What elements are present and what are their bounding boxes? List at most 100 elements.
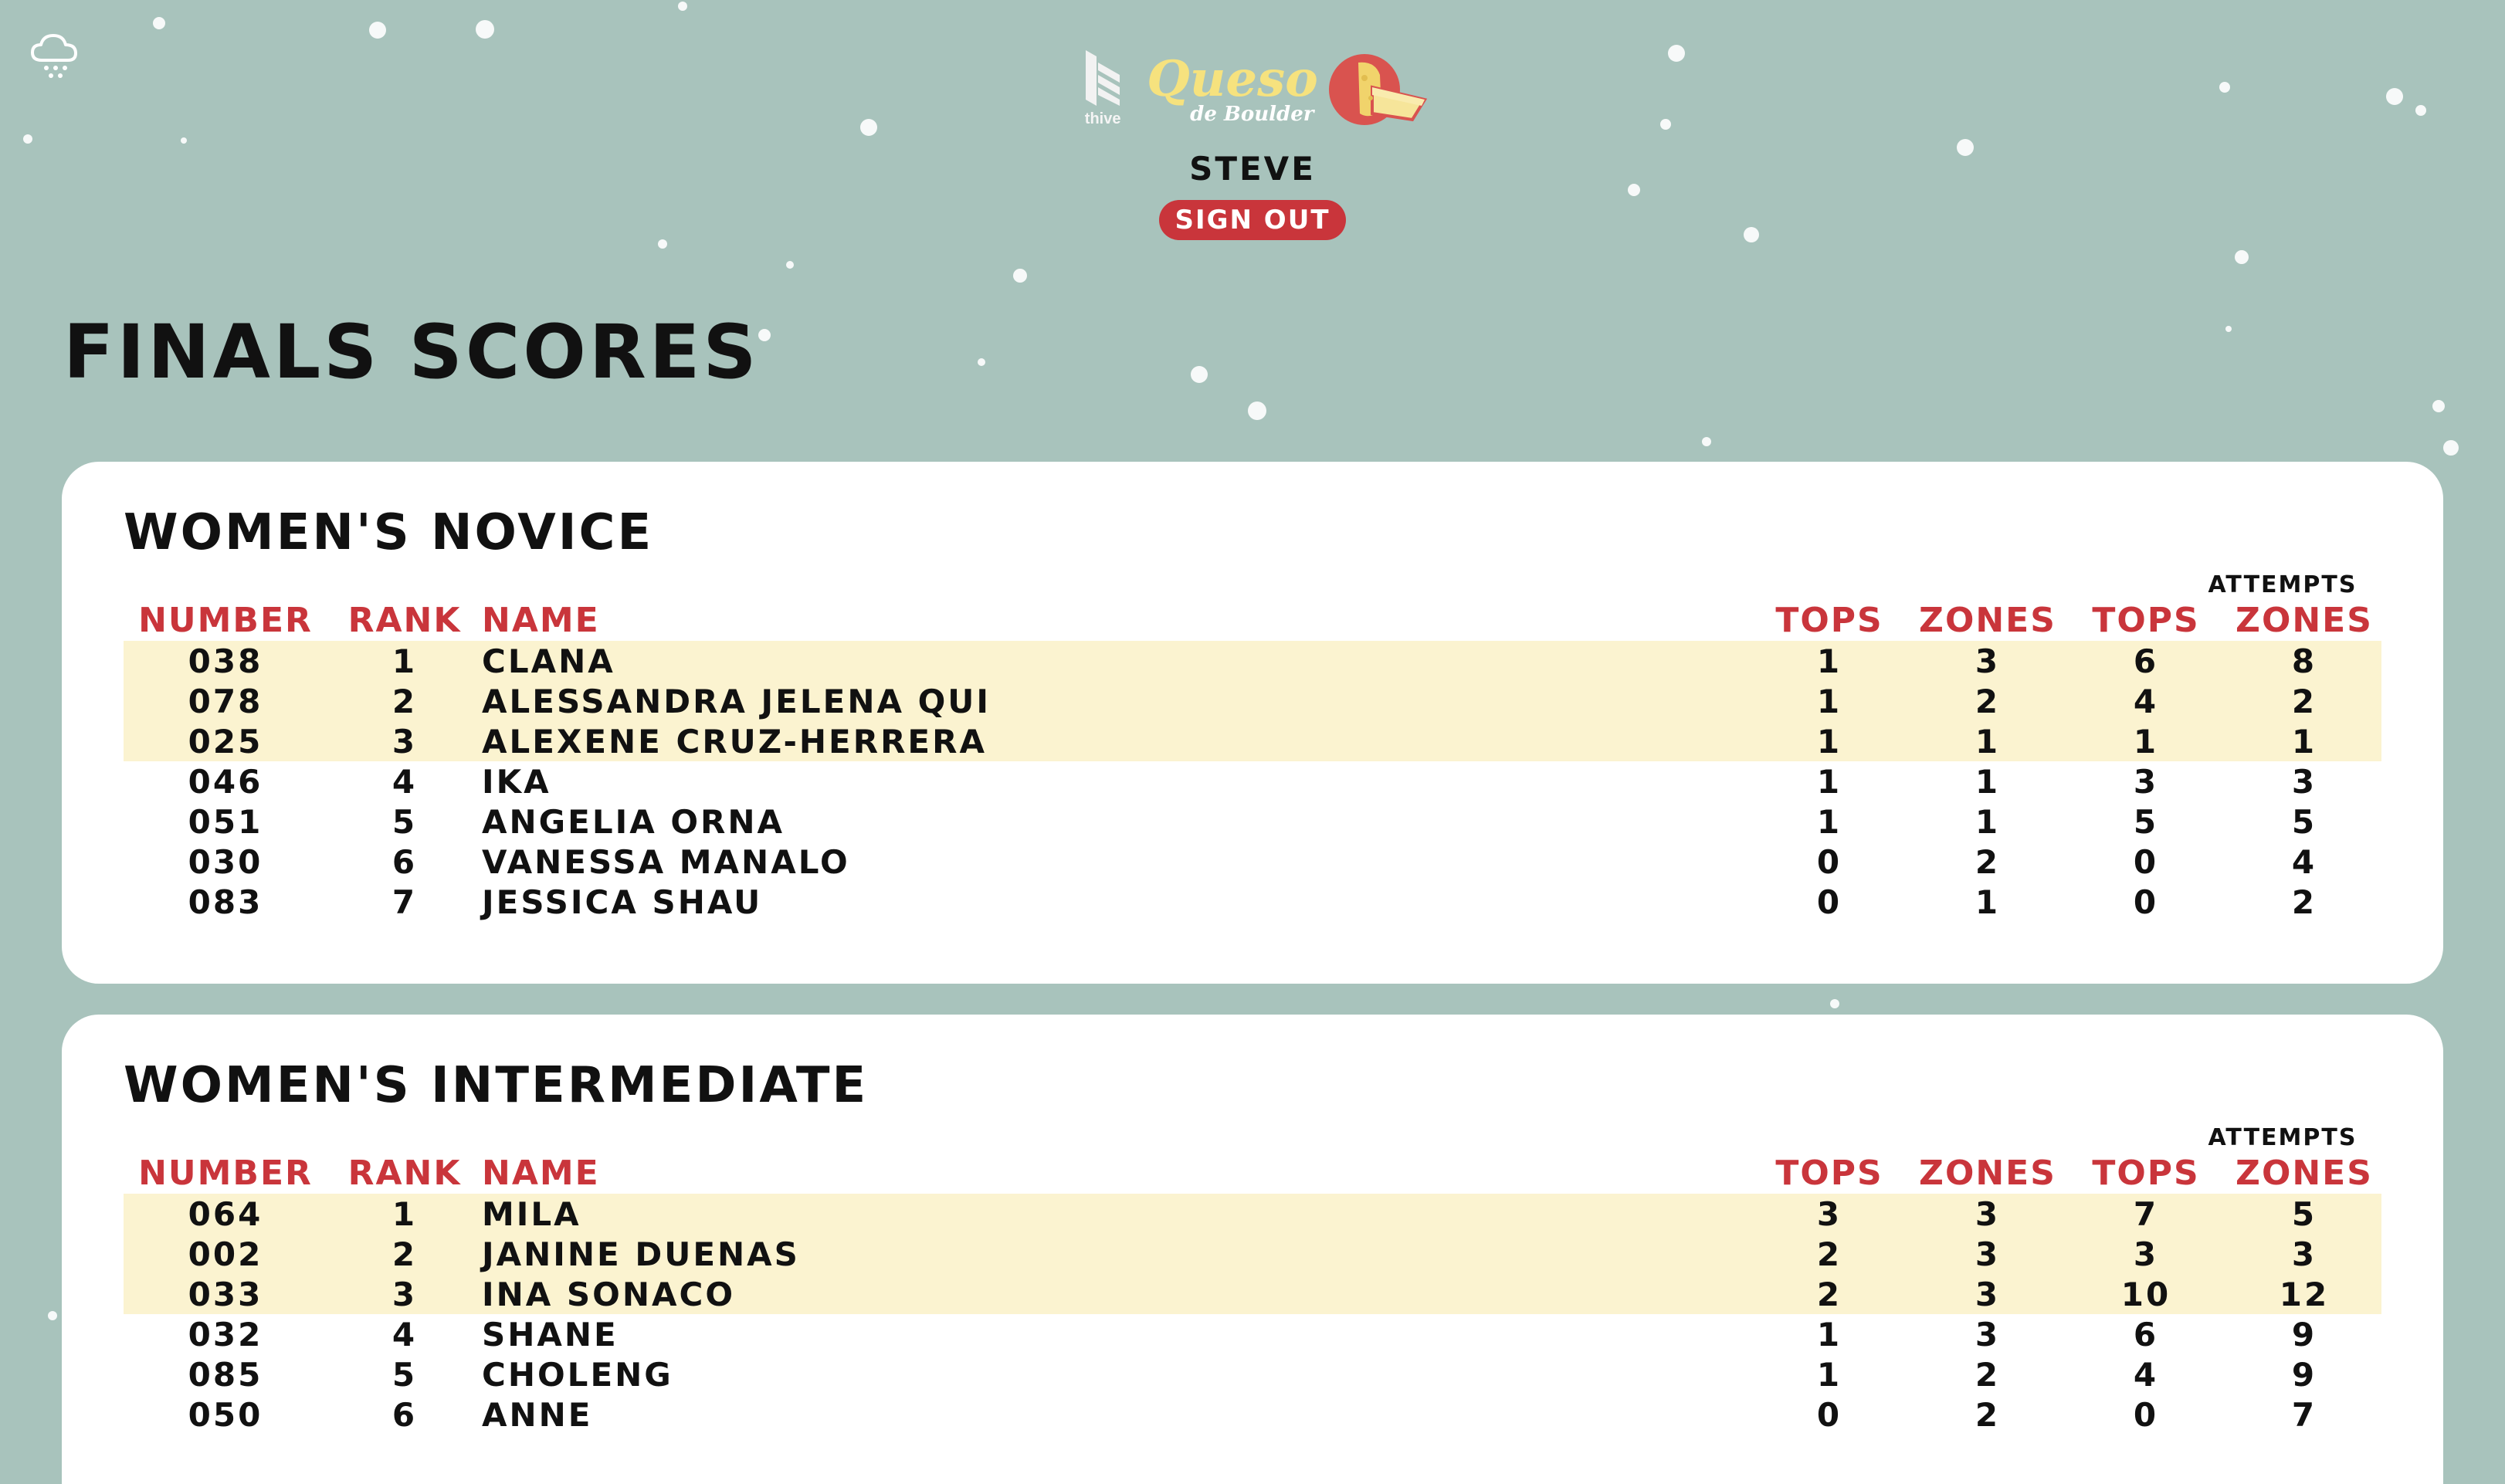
- cell-attempts-tops: 6: [2065, 641, 2227, 681]
- queso-logo[interactable]: Queso de Boulder: [1147, 52, 1428, 127]
- cell-tops: 0: [1816, 842, 1842, 881]
- cell-number: 050: [188, 1395, 263, 1434]
- col-header-name[interactable]: NAME: [482, 1152, 1748, 1194]
- snowflake: [476, 20, 494, 39]
- table-row: 025 3 ALEXENE CRUZ-HERRERA 1 1 1 1: [124, 721, 2381, 761]
- cell-zones: 2: [1975, 1355, 2001, 1394]
- cell-attempts-zones: 2: [2227, 681, 2381, 721]
- col-header-number[interactable]: NUMBER: [124, 599, 327, 641]
- snowflake: [658, 239, 667, 249]
- snowflake: [678, 2, 687, 11]
- thive-wordmark: thive: [1084, 110, 1121, 127]
- cell-rank: 6: [392, 1395, 418, 1434]
- cell-attempts-zones: 12: [2227, 1274, 2381, 1314]
- queso-subtitle: de Boulder: [1190, 103, 1314, 126]
- scores-table: NUMBER RANK NAME TOPS ZONES TOPS ZONES 0…: [124, 1152, 2381, 1435]
- table-header-row: NUMBER RANK NAME TOPS ZONES TOPS ZONES: [124, 599, 2381, 641]
- table-row: 002 2 JANINE DUENAS 2 3 3 3: [124, 1234, 2381, 1274]
- cell-name: ALEXENE CRUZ-HERRERA: [482, 721, 1748, 761]
- cell-name: ANGELIA ORNA: [482, 802, 785, 841]
- col-header-name[interactable]: NAME: [482, 599, 1748, 641]
- cell-name: CHOLENG: [482, 1355, 673, 1394]
- cell-name: ANNE: [482, 1395, 593, 1434]
- snowflake: [1191, 366, 1208, 383]
- snowflake: [758, 329, 771, 341]
- cell-attempts-zones: 7: [2291, 1395, 2317, 1434]
- cell-number: 064: [124, 1194, 327, 1234]
- cell-attempts-tops: 6: [2133, 1315, 2159, 1354]
- cell-name: IKA: [482, 762, 551, 801]
- cell-rank: 2: [327, 1234, 482, 1274]
- table-header-row: NUMBER RANK NAME TOPS ZONES TOPS ZONES: [124, 1152, 2381, 1194]
- cell-attempts-tops: 5: [2133, 802, 2159, 841]
- cell-number: 033: [124, 1274, 327, 1314]
- snowflake: [1248, 401, 1266, 420]
- col-header-zones[interactable]: ZONES: [1910, 1152, 2065, 1194]
- cell-tops: 1: [1816, 802, 1842, 841]
- snowflake: [2443, 440, 2459, 456]
- thive-logo[interactable]: thive: [1077, 47, 1128, 132]
- cell-zones: 2: [1910, 681, 2065, 721]
- cell-number: 078: [124, 681, 327, 721]
- snowflake: [978, 358, 985, 366]
- cell-number: 051: [188, 802, 263, 841]
- col-header-attempts-zones[interactable]: ZONES: [2227, 1152, 2381, 1194]
- cell-zones: 3: [1910, 1274, 2065, 1314]
- cell-attempts-tops: 0: [2133, 1395, 2159, 1434]
- cell-attempts-zones: 4: [2291, 842, 2317, 881]
- cell-attempts-zones: 3: [2227, 1234, 2381, 1274]
- col-header-tops[interactable]: TOPS: [1748, 599, 1910, 641]
- cell-name: SHANE: [482, 1315, 619, 1354]
- cell-tops: 0: [1816, 883, 1842, 921]
- cell-attempts-tops: 0: [2133, 883, 2159, 921]
- snowflake: [153, 17, 165, 29]
- table-row: 078 2 ALESSANDRA JELENA QUI 1 2 4 2: [124, 681, 2381, 721]
- cell-attempts-tops: 0: [2133, 842, 2159, 881]
- cell-number: 083: [188, 883, 263, 921]
- cell-name: ALESSANDRA JELENA QUI: [482, 681, 1748, 721]
- cell-tops: 1: [1748, 641, 1910, 681]
- col-header-tops[interactable]: TOPS: [1748, 1152, 1910, 1194]
- category-card-womens-intermediate: WOMEN'S INTERMEDIATE ATTEMPTS NUMBER RAN…: [62, 1015, 2443, 1484]
- cell-number: 002: [124, 1234, 327, 1274]
- cell-number: 032: [188, 1315, 263, 1354]
- category-title: WOMEN'S INTERMEDIATE: [124, 1057, 869, 1114]
- cell-zones: 3: [1975, 1315, 2001, 1354]
- cell-zones: 3: [1910, 1234, 2065, 1274]
- cell-attempts-tops: 10: [2065, 1274, 2227, 1314]
- cell-attempts-zones: 9: [2291, 1315, 2317, 1354]
- col-header-attempts-tops[interactable]: TOPS: [2065, 1152, 2227, 1194]
- cell-tops: 1: [1748, 721, 1910, 761]
- cell-attempts-zones: 9: [2291, 1355, 2317, 1394]
- cell-attempts-zones: 3: [2291, 762, 2317, 801]
- category-card-womens-novice: WOMEN'S NOVICE ATTEMPTS NUMBER RANK NAME…: [62, 462, 2443, 984]
- col-header-attempts-zones[interactable]: ZONES: [2227, 599, 2381, 641]
- cell-rank: 1: [327, 1194, 482, 1234]
- snowflake: [1830, 999, 1839, 1008]
- cell-attempts-zones: 8: [2227, 641, 2381, 681]
- col-header-rank[interactable]: RANK: [327, 1152, 482, 1194]
- cell-number: 025: [124, 721, 327, 761]
- cell-attempts-zones: 1: [2227, 721, 2381, 761]
- table-row: 038 1 CLANA 1 3 6 8: [124, 641, 2381, 681]
- cell-rank: 3: [327, 721, 482, 761]
- table-row: 051 5 ANGELIA ORNA 1 1 5 5: [124, 801, 2381, 842]
- cell-attempts-tops: 1: [2065, 721, 2227, 761]
- snowflake: [2432, 400, 2445, 412]
- cell-rank: 7: [392, 883, 418, 921]
- cell-tops: 0: [1816, 1395, 1842, 1434]
- attempts-group-label: ATTEMPTS: [2208, 571, 2358, 598]
- col-header-number[interactable]: NUMBER: [124, 1152, 327, 1194]
- sign-out-button[interactable]: SIGN OUT: [1159, 200, 1346, 240]
- col-header-rank[interactable]: RANK: [327, 599, 482, 641]
- cell-attempts-zones: 2: [2291, 883, 2317, 921]
- col-header-attempts-tops[interactable]: TOPS: [2065, 599, 2227, 641]
- snowflake: [2235, 250, 2249, 264]
- cell-attempts-zones: 5: [2227, 1194, 2381, 1234]
- table-row: 050 6 ANNE 0 2 0 7: [124, 1394, 2381, 1435]
- cell-attempts-tops: 4: [2065, 681, 2227, 721]
- col-header-zones[interactable]: ZONES: [1910, 599, 2065, 641]
- cell-name: INA SONACO: [482, 1274, 1748, 1314]
- cell-name: MILA: [482, 1194, 1748, 1234]
- table-row: 085 5 CHOLENG 1 2 4 9: [124, 1354, 2381, 1394]
